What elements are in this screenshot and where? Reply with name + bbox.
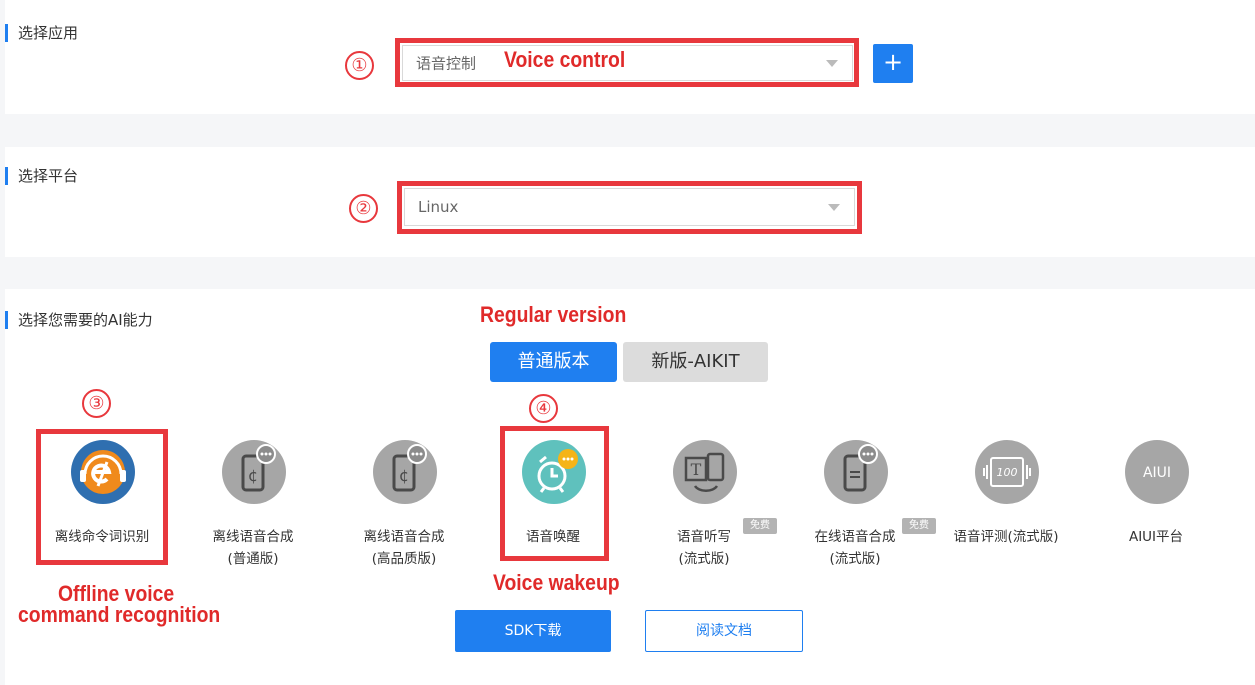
capability-label: 语音评测(流式版) bbox=[953, 529, 1059, 545]
capability-label: 在线语音合成 (流式版) bbox=[814, 529, 896, 567]
highlight-box-voice-wakeup bbox=[500, 426, 609, 561]
capability-label: AIUI平台 bbox=[1128, 529, 1184, 545]
select-app-title: 选择应用 bbox=[5, 23, 78, 43]
aiui-icon: AIUI bbox=[1125, 440, 1189, 504]
annotation-voice-control: Voice control bbox=[504, 47, 626, 72]
tab-regular-version[interactable]: 普通版本 bbox=[490, 342, 617, 382]
annotation-offline-line2: command recognition bbox=[18, 602, 221, 627]
capability-label: 语音听写 (流式版) bbox=[677, 529, 731, 567]
highlight-box-platform bbox=[397, 181, 862, 234]
read-docs-button[interactable]: 阅读文档 bbox=[645, 610, 803, 652]
evaluation-icon: 100 bbox=[975, 440, 1039, 504]
online-tts-icon bbox=[824, 440, 888, 504]
highlight-box-app bbox=[395, 38, 859, 87]
annotation-voice-wakeup: Voice wakeup bbox=[493, 570, 620, 595]
svg-text:T: T bbox=[691, 460, 702, 479]
dictation-icon: T bbox=[673, 440, 737, 504]
svg-text:AIUI: AIUI bbox=[1143, 465, 1171, 481]
sdk-download-button[interactable]: SDK下载 bbox=[455, 610, 611, 652]
capability-label: 离线语音合成 (普通版) bbox=[212, 529, 294, 567]
phone-tts-icon: ¢ bbox=[222, 440, 286, 504]
annotation-number-1: ① bbox=[345, 51, 374, 80]
capability-label: 离线语音合成 (高品质版) bbox=[363, 529, 445, 567]
annotation-number-2: ② bbox=[349, 194, 378, 223]
highlight-box-offline-command bbox=[36, 429, 168, 565]
svg-text:100: 100 bbox=[997, 466, 1018, 479]
select-platform-title: 选择平台 bbox=[5, 166, 78, 186]
add-app-button[interactable]: + bbox=[873, 44, 913, 83]
phone-tts-hq-icon: ¢ bbox=[373, 440, 437, 504]
annotation-regular-version: Regular version bbox=[480, 302, 627, 327]
annotation-number-3: ③ bbox=[82, 389, 111, 418]
select-ability-title: 选择您需要的AI能力 bbox=[5, 310, 153, 330]
annotation-number-4: ④ bbox=[529, 394, 558, 423]
svg-text:¢: ¢ bbox=[399, 466, 409, 485]
svg-text:¢: ¢ bbox=[248, 466, 258, 485]
tab-new-aikit[interactable]: 新版-AIKIT bbox=[623, 342, 768, 382]
